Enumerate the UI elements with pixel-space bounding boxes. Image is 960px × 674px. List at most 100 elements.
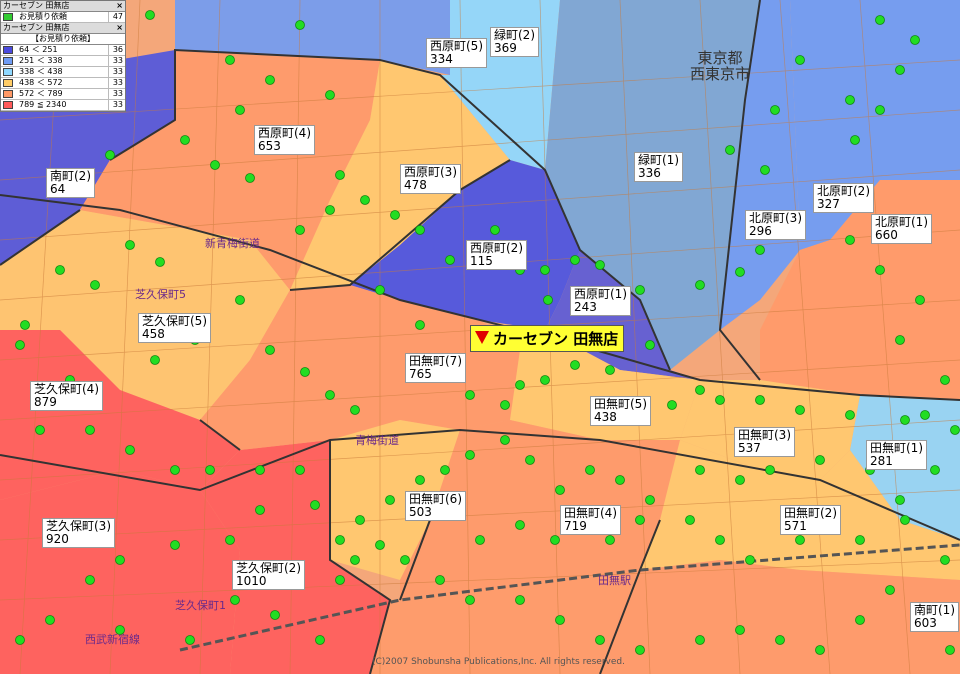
customer-dot[interactable]	[915, 295, 925, 305]
customer-dot[interactable]	[265, 75, 275, 85]
customer-dot[interactable]	[295, 465, 305, 475]
customer-dot[interactable]	[555, 485, 565, 495]
customer-dot[interactable]	[695, 280, 705, 290]
customer-dot[interactable]	[440, 465, 450, 475]
customer-dot[interactable]	[170, 540, 180, 550]
customer-dot[interactable]	[235, 295, 245, 305]
area-label[interactable]: 緑町(1) 336	[634, 152, 683, 182]
customer-dot[interactable]	[945, 645, 955, 655]
area-label[interactable]: 芝久保町(2) 1010	[232, 560, 305, 590]
customer-dot[interactable]	[435, 575, 445, 585]
customer-dot[interactable]	[735, 625, 745, 635]
customer-dot[interactable]	[20, 320, 30, 330]
customer-dot[interactable]	[515, 380, 525, 390]
customer-dot[interactable]	[390, 210, 400, 220]
customer-dot[interactable]	[895, 495, 905, 505]
customer-dot[interactable]	[500, 435, 510, 445]
customer-dot[interactable]	[225, 535, 235, 545]
customer-dot[interactable]	[105, 150, 115, 160]
legend1-close-button[interactable]: ×	[116, 1, 123, 11]
area-label[interactable]: 西原町(3) 478	[400, 164, 461, 194]
customer-dot[interactable]	[875, 105, 885, 115]
customer-dot[interactable]	[685, 515, 695, 525]
customer-dot[interactable]	[735, 267, 745, 277]
customer-dot[interactable]	[845, 235, 855, 245]
customer-dot[interactable]	[735, 475, 745, 485]
customer-dot[interactable]	[335, 170, 345, 180]
area-label[interactable]: 田無町(3) 537	[734, 427, 795, 457]
customer-dot[interactable]	[845, 410, 855, 420]
customer-dot[interactable]	[255, 465, 265, 475]
customer-dot[interactable]	[715, 535, 725, 545]
area-label[interactable]: 南町(1) 603	[910, 602, 959, 632]
area-label[interactable]: 西原町(5) 334	[426, 38, 487, 68]
customer-dot[interactable]	[543, 295, 553, 305]
customer-dot[interactable]	[770, 105, 780, 115]
customer-dot[interactable]	[265, 345, 275, 355]
area-label[interactable]: 芝久保町(3) 920	[42, 518, 115, 548]
customer-dot[interactable]	[745, 555, 755, 565]
customer-dot[interactable]	[35, 425, 45, 435]
customer-dot[interactable]	[500, 400, 510, 410]
area-label[interactable]: 田無町(1) 281	[866, 440, 927, 470]
customer-dot[interactable]	[465, 595, 475, 605]
customer-dot[interactable]	[795, 535, 805, 545]
customer-dot[interactable]	[605, 535, 615, 545]
customer-dot[interactable]	[490, 225, 500, 235]
customer-dot[interactable]	[615, 475, 625, 485]
area-label[interactable]: 田無町(2) 571	[780, 505, 841, 535]
customer-dot[interactable]	[855, 615, 865, 625]
customer-dot[interactable]	[325, 205, 335, 215]
customer-dot[interactable]	[185, 635, 195, 645]
area-label[interactable]: 緑町(2) 369	[490, 27, 539, 57]
customer-dot[interactable]	[540, 265, 550, 275]
customer-dot[interactable]	[875, 15, 885, 25]
customer-dot[interactable]	[350, 555, 360, 565]
customer-dot[interactable]	[385, 495, 395, 505]
customer-dot[interactable]	[115, 555, 125, 565]
customer-dot[interactable]	[245, 173, 255, 183]
area-label[interactable]: 田無町(4) 719	[560, 505, 621, 535]
customer-dot[interactable]	[920, 410, 930, 420]
customer-dot[interactable]	[895, 335, 905, 345]
customer-dot[interactable]	[910, 35, 920, 45]
customer-dot[interactable]	[230, 595, 240, 605]
area-label[interactable]: 田無町(7) 765	[405, 353, 466, 383]
customer-dot[interactable]	[300, 367, 310, 377]
customer-dot[interactable]	[595, 260, 605, 270]
customer-dot[interactable]	[465, 450, 475, 460]
customer-dot[interactable]	[150, 355, 160, 365]
customer-dot[interactable]	[355, 515, 365, 525]
customer-dot[interactable]	[555, 615, 565, 625]
customer-dot[interactable]	[570, 255, 580, 265]
area-label[interactable]: 西原町(2) 115	[466, 240, 527, 270]
customer-dot[interactable]	[585, 465, 595, 475]
customer-dot[interactable]	[775, 635, 785, 645]
customer-dot[interactable]	[85, 575, 95, 585]
customer-dot[interactable]	[415, 320, 425, 330]
customer-dot[interactable]	[415, 475, 425, 485]
customer-dot[interactable]	[550, 535, 560, 545]
customer-dot[interactable]	[325, 90, 335, 100]
customer-dot[interactable]	[45, 615, 55, 625]
customer-dot[interactable]	[895, 65, 905, 75]
customer-dot[interactable]	[515, 595, 525, 605]
customer-dot[interactable]	[90, 280, 100, 290]
customer-dot[interactable]	[940, 375, 950, 385]
customer-dot[interactable]	[850, 135, 860, 145]
customer-dot[interactable]	[540, 375, 550, 385]
customer-dot[interactable]	[125, 445, 135, 455]
customer-dot[interactable]	[795, 55, 805, 65]
customer-dot[interactable]	[725, 145, 735, 155]
customer-dot[interactable]	[595, 635, 605, 645]
customer-dot[interactable]	[525, 455, 535, 465]
customer-dot[interactable]	[900, 515, 910, 525]
customer-dot[interactable]	[55, 265, 65, 275]
customer-dot[interactable]	[885, 585, 895, 595]
customer-dot[interactable]	[375, 540, 385, 550]
area-label[interactable]: 芝久保町(5) 458	[138, 313, 211, 343]
customer-dot[interactable]	[15, 340, 25, 350]
customer-dot[interactable]	[445, 255, 455, 265]
customer-dot[interactable]	[270, 610, 280, 620]
customer-dot[interactable]	[755, 245, 765, 255]
